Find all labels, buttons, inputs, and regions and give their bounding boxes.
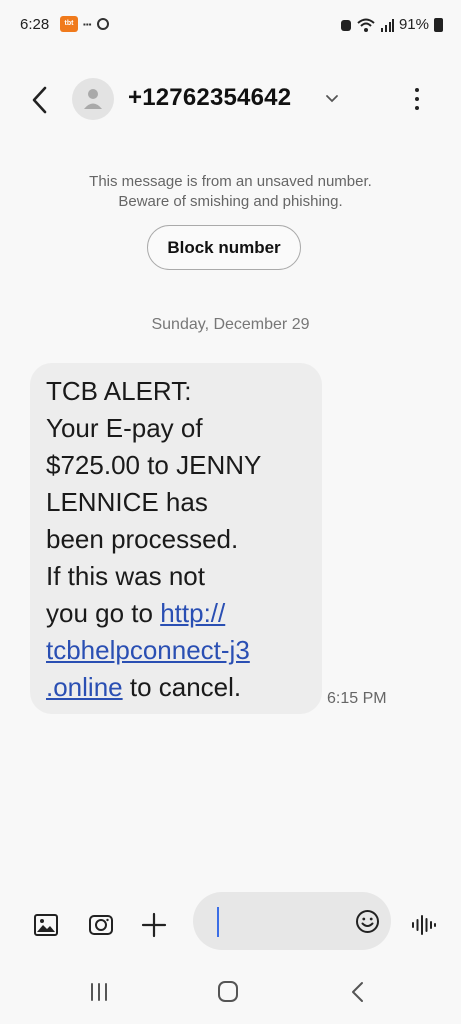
signal-icon <box>380 18 394 32</box>
back-icon[interactable] <box>343 978 373 1006</box>
notification-badge-icon: tbt <box>60 16 78 32</box>
contact-avatar-icon[interactable] <box>72 78 114 120</box>
navigation-bar <box>0 970 461 1024</box>
conversation-header: +12762354642 <box>0 70 461 130</box>
message-line: If this was not <box>46 561 205 591</box>
message-timestamp: 6:15 PM <box>327 690 387 707</box>
message-line: Your E-pay of <box>46 413 203 443</box>
message-line: $725.00 to JENNY <box>46 450 262 480</box>
date-separator: Sunday, December 29 <box>151 316 310 333</box>
chrome-icon <box>96 18 109 30</box>
message-text: to cancel. <box>122 672 242 702</box>
text-cursor <box>217 907 219 937</box>
more-vertical-icon <box>415 88 419 92</box>
contact-number[interactable]: +12762354642 <box>128 84 291 112</box>
message-line: LENNICE has <box>46 487 208 517</box>
wifi-icon <box>357 18 375 32</box>
gallery-icon[interactable] <box>33 912 59 938</box>
message-line: you go to http:// <box>46 595 306 632</box>
more-options-button[interactable] <box>405 84 429 114</box>
voice-icon[interactable] <box>410 912 438 938</box>
message-text: you go to <box>46 598 161 628</box>
message-link[interactable]: .online <box>46 672 123 702</box>
camera-icon[interactable] <box>88 912 114 938</box>
status-time: 6:28 <box>20 16 50 33</box>
alarm-icon <box>340 19 351 31</box>
message-link[interactable]: tcbhelpconnect-j3 <box>46 635 250 665</box>
battery-percent: 91% <box>398 16 429 33</box>
notification-app-icon: ▪▪▪ <box>83 19 92 29</box>
unsaved-number-warning: This message is from an unsaved number. … <box>0 172 461 212</box>
warning-line-1: This message is from an unsaved number. <box>89 173 372 190</box>
message-composer <box>0 890 461 960</box>
warning-line-2: Beware of smishing and phishing. <box>118 193 343 210</box>
message-input[interactable] <box>193 892 391 950</box>
notification-icons: tbt ▪▪▪ <box>60 16 109 32</box>
emoji-icon[interactable] <box>355 909 380 934</box>
block-number-button[interactable]: Block number <box>147 225 301 270</box>
message-line: .online to cancel. <box>46 669 306 706</box>
home-icon[interactable] <box>213 978 243 1006</box>
chevron-down-icon[interactable] <box>322 88 342 108</box>
add-icon[interactable] <box>141 912 167 938</box>
message-bubble[interactable]: TCB ALERT: Your E-pay of $725.00 to JENN… <box>30 363 322 714</box>
message-line: TCB ALERT: <box>46 376 192 406</box>
message-line: been processed. <box>46 524 239 554</box>
recents-icon[interactable] <box>84 978 114 1006</box>
message-line: tcbhelpconnect-j3 <box>46 632 306 669</box>
system-icons: 91% <box>340 16 443 33</box>
message-link[interactable]: http:// <box>160 598 225 628</box>
battery-icon <box>434 17 443 32</box>
back-arrow-icon[interactable] <box>26 82 56 118</box>
status-bar: 6:28 tbt ▪▪▪ 91% <box>0 0 461 52</box>
